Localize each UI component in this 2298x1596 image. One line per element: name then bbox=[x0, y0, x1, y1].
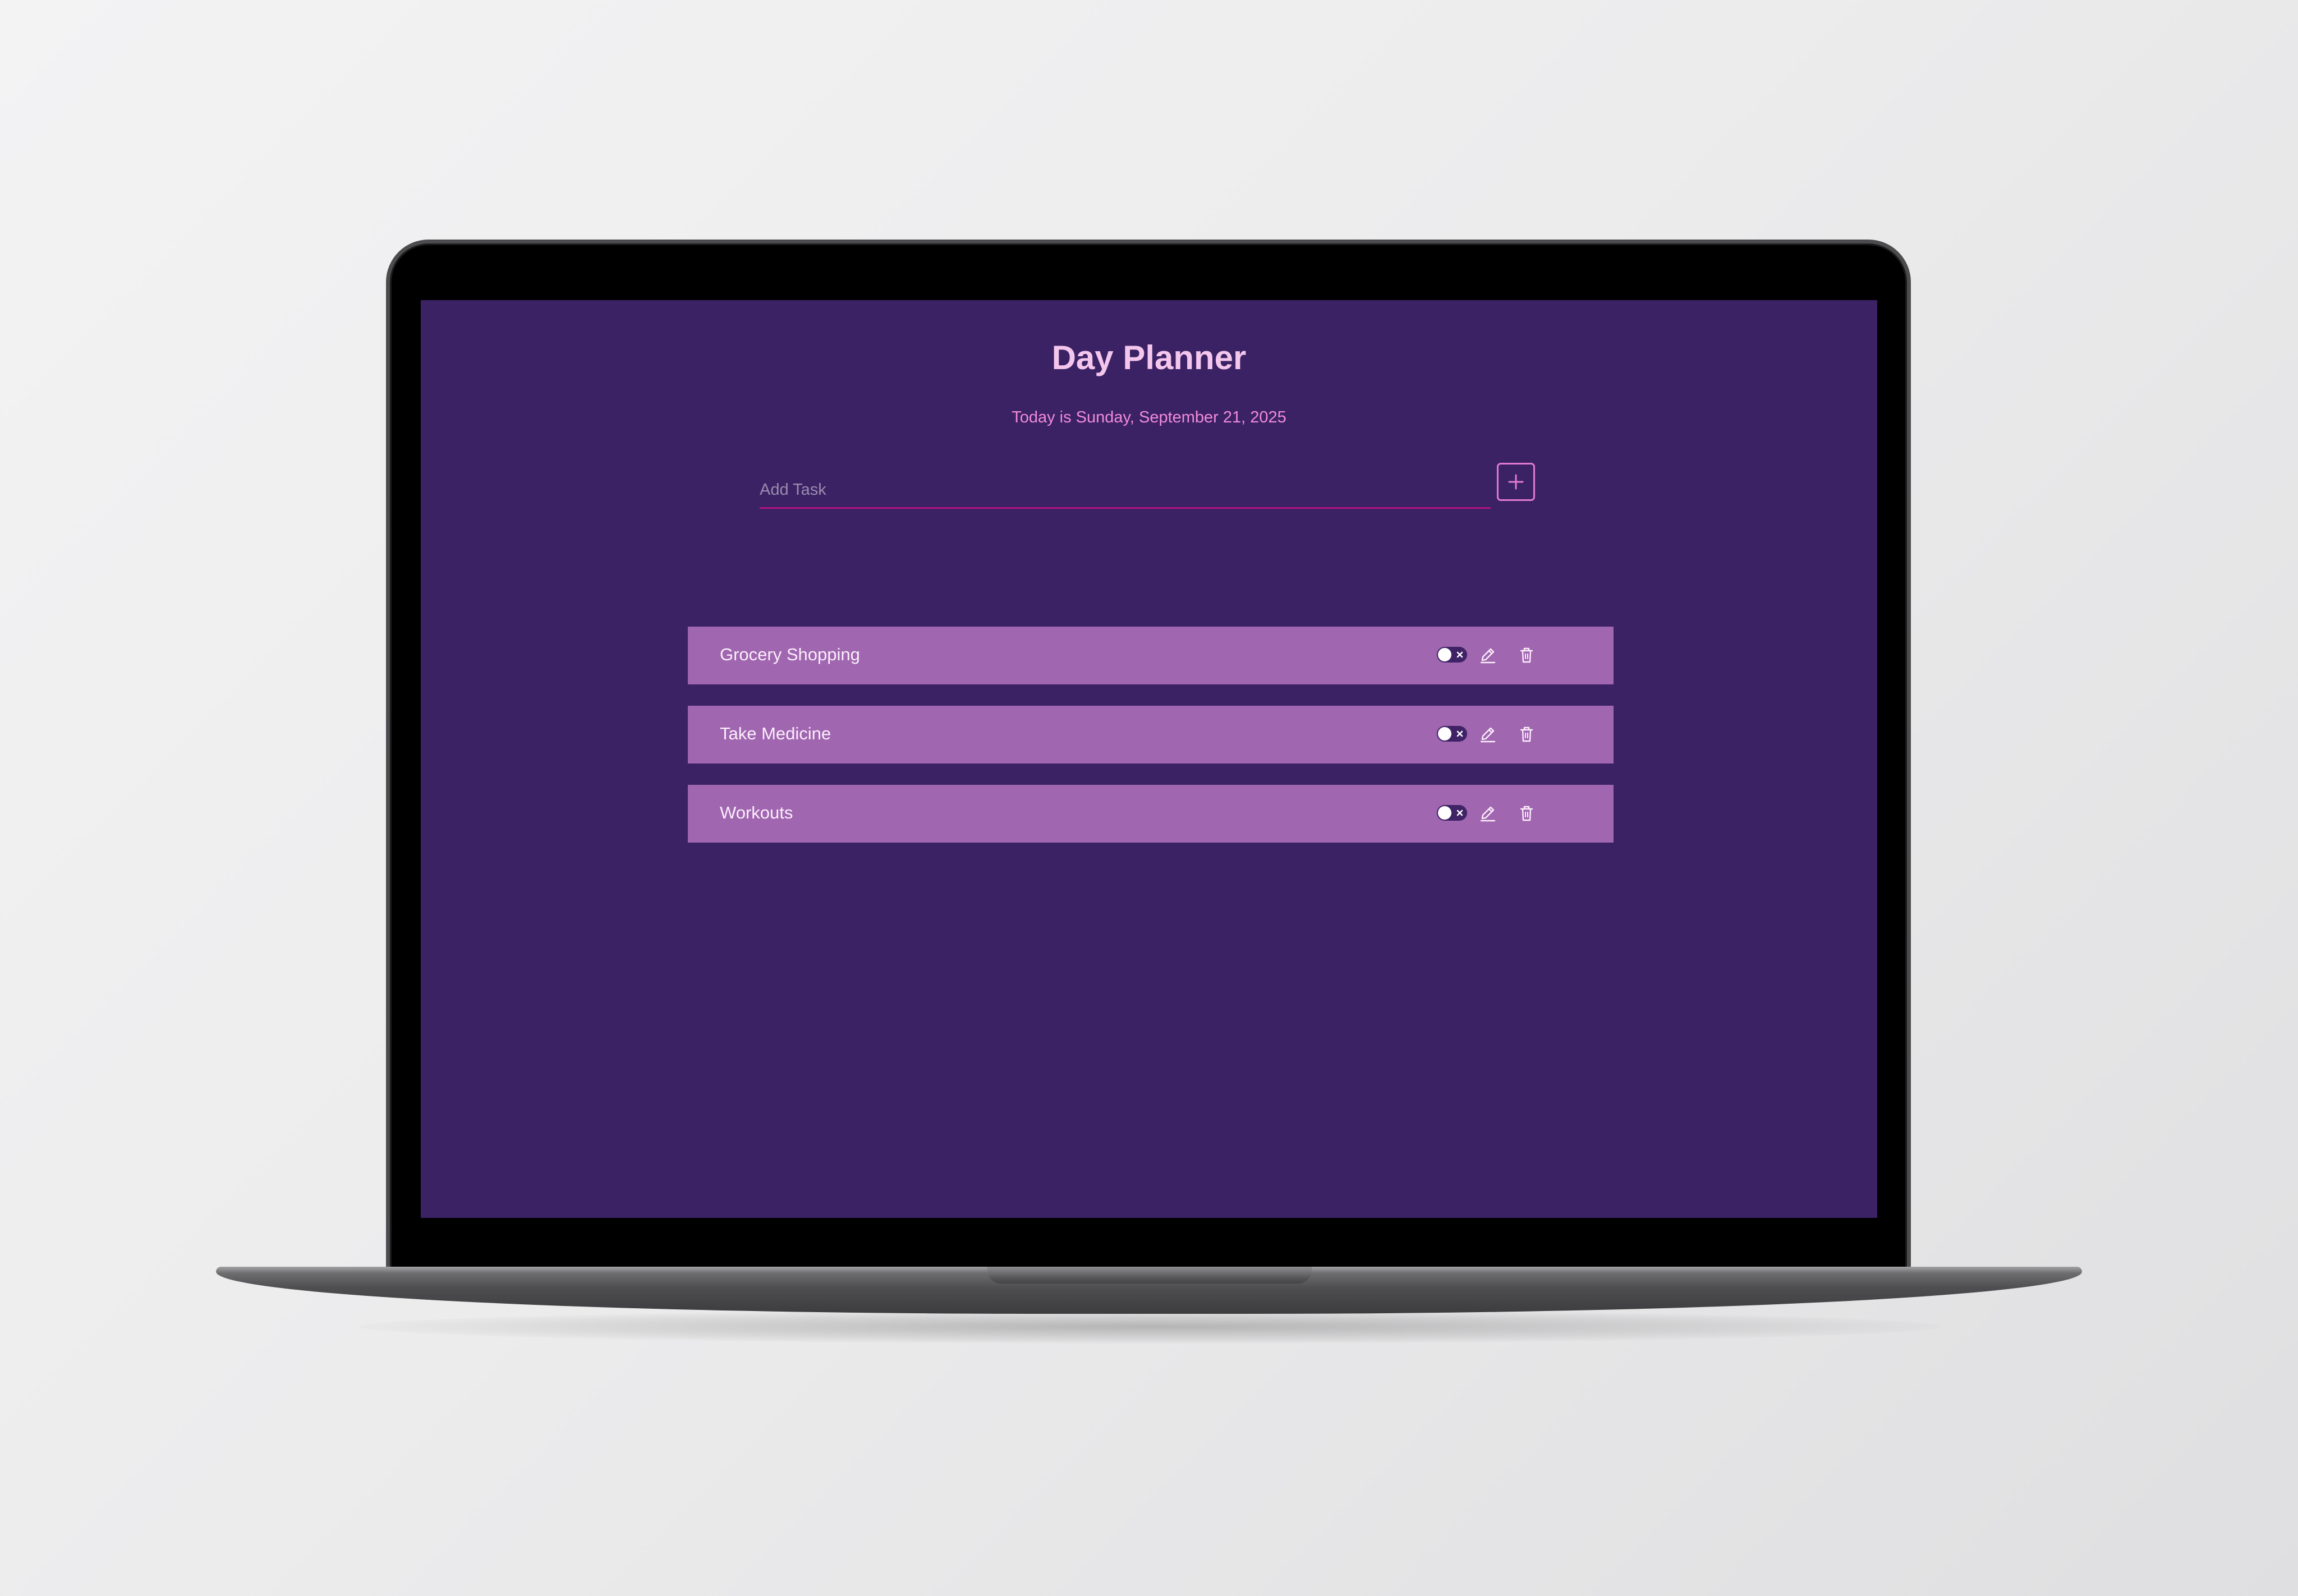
app-screen: Day Planner Today is Sunday, September 2… bbox=[421, 300, 1877, 1218]
delete-task-button[interactable] bbox=[1515, 644, 1538, 666]
add-task-input[interactable] bbox=[760, 477, 1491, 509]
toggle-knob bbox=[1438, 727, 1451, 740]
laptop-hinge-notch bbox=[987, 1267, 1312, 1284]
trash-icon bbox=[1520, 647, 1533, 663]
task-label: Workouts bbox=[720, 803, 793, 822]
add-task-button[interactable] bbox=[1497, 463, 1535, 501]
page-title: Day Planner bbox=[1051, 339, 1247, 376]
task-list: Grocery Shopping Take Medicine Workouts bbox=[688, 627, 1614, 864]
x-icon bbox=[1456, 730, 1463, 737]
task-item: Grocery Shopping bbox=[688, 627, 1614, 684]
delete-task-button[interactable] bbox=[1515, 802, 1538, 825]
toggle-knob bbox=[1438, 806, 1451, 820]
complete-toggle[interactable] bbox=[1437, 805, 1467, 821]
pencil-icon bbox=[1480, 648, 1496, 664]
trash-icon bbox=[1520, 806, 1533, 821]
complete-toggle[interactable] bbox=[1437, 647, 1467, 663]
task-label: Take Medicine bbox=[720, 724, 831, 743]
edit-task-button[interactable] bbox=[1477, 723, 1499, 746]
task-item: Take Medicine bbox=[688, 706, 1614, 763]
x-icon bbox=[1456, 810, 1463, 816]
edit-task-button[interactable] bbox=[1477, 802, 1499, 825]
toggle-knob bbox=[1438, 648, 1451, 661]
complete-toggle[interactable] bbox=[1437, 726, 1467, 742]
edit-task-button[interactable] bbox=[1477, 644, 1499, 666]
current-date: Today is Sunday, September 21, 2025 bbox=[1012, 408, 1286, 426]
trash-icon bbox=[1520, 726, 1533, 742]
laptop-shadow bbox=[359, 1310, 1941, 1344]
delete-task-button[interactable] bbox=[1515, 723, 1538, 746]
task-label: Grocery Shopping bbox=[720, 645, 860, 664]
plus-icon bbox=[1508, 474, 1524, 490]
x-icon bbox=[1456, 651, 1463, 658]
pencil-icon bbox=[1480, 806, 1496, 822]
task-item: Workouts bbox=[688, 785, 1614, 843]
pencil-icon bbox=[1480, 727, 1496, 743]
